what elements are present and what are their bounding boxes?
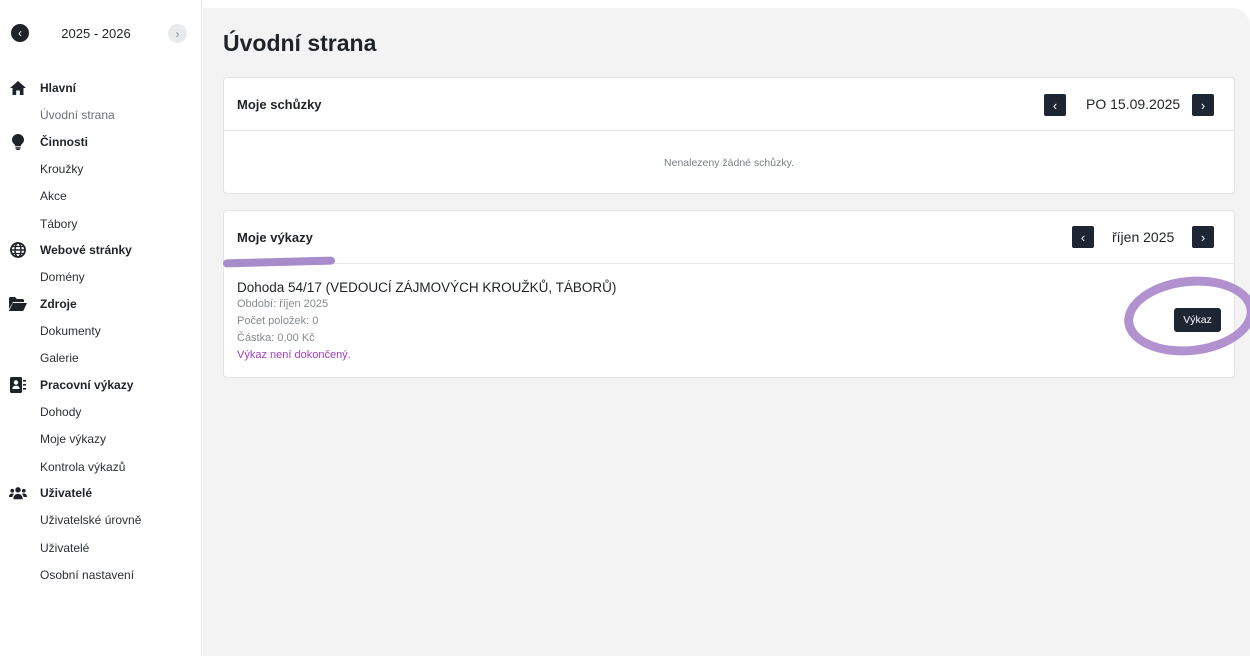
meetings-card-header: Moje schůzky ‹ PO 15.09.2025 › (224, 78, 1234, 131)
users-icon (9, 484, 27, 502)
sidebar-item-dohody[interactable]: Dohody (0, 398, 202, 426)
sidebar: ‹ 2025 - 2026 › Hlavní Úvodní strana Čin… (0, 0, 202, 656)
sidebar-item-label: Uživatelské úrovně (40, 513, 142, 527)
sidebar-item-akce[interactable]: Akce (0, 182, 202, 210)
meetings-card: Moje schůzky ‹ PO 15.09.2025 › Nenalezen… (223, 77, 1235, 194)
sidebar-item-label: Dokumenty (40, 323, 101, 338)
sidebar-item-label: Galerie (40, 351, 79, 365)
sidebar-item-kontrola-vykazu[interactable]: Kontrola výkazů (0, 453, 202, 481)
chevron-left-icon[interactable]: ‹ (11, 24, 29, 42)
reports-card-header: Moje výkazy ‹ říjen 2025 › (224, 211, 1234, 264)
report-status: Výkaz není dokončený. (237, 349, 351, 361)
meetings-date-label: PO 15.09.2025 (1086, 96, 1181, 112)
sidebar-item-domeny[interactable]: Domény (0, 263, 202, 291)
school-year-label: 2025 - 2026 (61, 26, 131, 41)
sidebar-item-label: Uživatelé (40, 540, 90, 555)
sidebar-group-pracovni-vykazy: Pracovní výkazy (0, 372, 202, 398)
sidebar-item-uzivatele[interactable]: Uživatelé (0, 534, 202, 562)
home-icon (9, 79, 27, 97)
agreement-title: Dohoda 54/17 (VEDOUCÍ ZÁJMOVÝCH KROUŽKŮ,… (237, 280, 617, 295)
sidebar-group-label: Zdroje (40, 296, 77, 311)
sidebar-item-label: Domény (40, 270, 85, 284)
globe-icon (9, 241, 27, 259)
sidebar-item-uvodni-strana[interactable]: Úvodní strana (0, 101, 202, 129)
meetings-prev-day-button[interactable]: ‹ (1044, 94, 1066, 116)
sidebar-item-label: Kroužky (40, 161, 84, 176)
chevron-left-icon: ‹ (1080, 229, 1086, 245)
sidebar-group-label: Hlavní (40, 81, 77, 95)
main-content: Úvodní strana Moje schůzky ‹ PO 15.09.20… (203, 8, 1250, 656)
school-year-switcher: ‹ 2025 - 2026 › (0, 0, 202, 66)
sidebar-item-dokumenty[interactable]: Dokumenty (0, 317, 202, 345)
sidebar-item-tabory[interactable]: Tábory (0, 210, 202, 238)
sidebar-item-uzivatelske-urovne[interactable]: Uživatelské úrovně (0, 506, 202, 534)
sidebar-item-moje-vykazy[interactable]: Moje výkazy (0, 425, 202, 453)
chevron-right-icon: › (1200, 97, 1206, 113)
sidebar-item-label: Kontrola výkazů (40, 459, 126, 474)
sidebar-group-webove-stranky: Webové stránky (0, 237, 202, 263)
reports-card: Moje výkazy ‹ říjen 2025 › Dohoda 54/17 … (223, 210, 1235, 378)
lightbulb-icon (9, 133, 27, 151)
report-item-count: Počet položek: 0 (237, 315, 319, 327)
sidebar-group-main: Hlavní (0, 75, 202, 101)
sidebar-item-label: Úvodní strana (40, 108, 115, 122)
folder-open-icon (9, 295, 27, 313)
reports-next-month-button[interactable]: › (1192, 226, 1214, 248)
reports-prev-month-button[interactable]: ‹ (1072, 226, 1094, 248)
sidebar-item-krouzky[interactable]: Kroužky (0, 155, 202, 183)
sidebar-group-label: Pracovní výkazy (40, 377, 134, 392)
report-amount: Částka: 0,00 Kč (237, 332, 315, 344)
chevron-left-icon: ‹ (1052, 97, 1058, 113)
report-period: Období: říjen 2025 (237, 298, 329, 310)
sidebar-item-label: Dohody (40, 404, 82, 419)
sidebar-group-cinnosti: Činnosti (0, 129, 202, 155)
chevron-right-icon[interactable]: › (168, 24, 187, 43)
sidebar-group-label: Činnosti (40, 134, 88, 149)
sidebar-item-label: Osobní nastavení (40, 568, 135, 582)
page-title: Úvodní strana (223, 30, 377, 56)
sidebar-group-label: Webové stránky (40, 243, 132, 257)
reports-month-label: říjen 2025 (1112, 229, 1175, 245)
id-card-icon (9, 376, 27, 394)
sidebar-group-uzivatele: Uživatelé (0, 480, 202, 506)
meetings-next-day-button[interactable]: › (1192, 94, 1214, 116)
sidebar-item-osobni-nastaveni[interactable]: Osobní nastavení (0, 561, 202, 589)
sidebar-group-label: Uživatelé (40, 486, 93, 500)
sidebar-item-label: Akce (40, 189, 67, 203)
reports-card-title: Moje výkazy (237, 230, 313, 245)
meetings-empty-text: Nenalezeny žádné schůzky. (664, 157, 794, 169)
sidebar-item-label: Moje výkazy (40, 432, 107, 446)
sidebar-nav: Hlavní Úvodní strana Činnosti Kroužky Ak… (0, 75, 202, 589)
chevron-right-icon: › (1200, 229, 1206, 245)
meetings-card-title: Moje schůzky (237, 97, 322, 112)
sidebar-item-galerie[interactable]: Galerie (0, 344, 202, 372)
sidebar-item-label: Tábory (40, 216, 78, 231)
sidebar-group-zdroje: Zdroje (0, 291, 202, 317)
